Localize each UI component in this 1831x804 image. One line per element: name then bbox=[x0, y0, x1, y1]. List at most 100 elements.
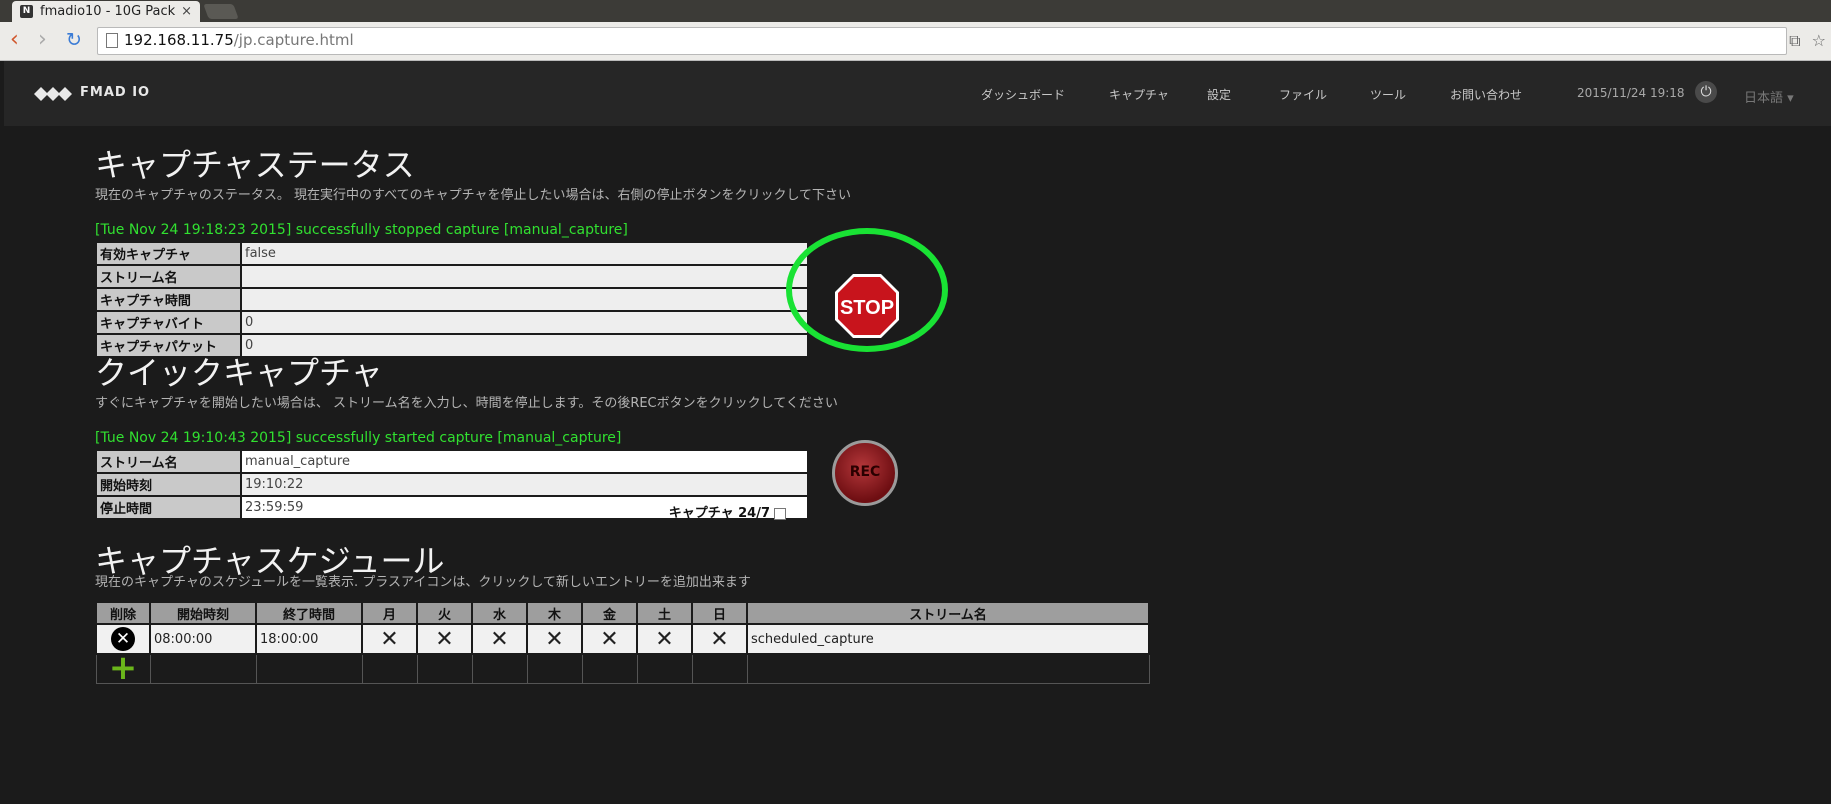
rec-button[interactable]: REC bbox=[832, 440, 898, 506]
day-fri-icon[interactable]: ✕ bbox=[581, 623, 638, 655]
status-key-stream: ストリーム名 bbox=[95, 264, 242, 289]
stop-button[interactable]: STOP bbox=[833, 272, 901, 340]
bookmark-star-icon[interactable]: ☆ bbox=[1812, 31, 1826, 50]
schedule-description: 現在のキャプチャのスケジュールを一覧表示. プラスアイコンは、クリックして新しい… bbox=[95, 575, 751, 590]
capture-status-table: 有効キャプチャ false ストリーム名 キャプチャ時間 キャプチャバイト 0 … bbox=[95, 241, 809, 358]
table-row: キャプチャ時間 bbox=[95, 287, 809, 312]
day-mon-icon[interactable]: ✕ bbox=[361, 623, 418, 655]
nav-dashboard[interactable]: ダッシュボード bbox=[981, 86, 1065, 103]
capture-247-label: キャプチャ 24/7 bbox=[668, 506, 770, 521]
power-icon[interactable]: ⏻ bbox=[1695, 81, 1717, 103]
col-stream: ストリーム名 bbox=[746, 601, 1150, 625]
omnibox-icons: ⧉ ☆ bbox=[1789, 31, 1826, 51]
tab-close-icon[interactable]: × bbox=[181, 1, 192, 22]
capture-status-message: [Tue Nov 24 19:18:23 2015] successfully … bbox=[95, 222, 628, 238]
address-bar[interactable]: 192.168.11.75/jp.capture.html ⧉ ☆ bbox=[97, 27, 1826, 55]
reload-icon[interactable]: ↻ bbox=[66, 28, 82, 52]
col-mon: 月 bbox=[361, 601, 418, 625]
nav-capture[interactable]: キャプチャ bbox=[1109, 86, 1169, 103]
browser-tabbar: N fmadio10 - 10G Pack × bbox=[0, 0, 1831, 22]
back-arrow-icon[interactable]: ‹ bbox=[10, 28, 19, 52]
browser-toolbar: ‹ › ↻ 192.168.11.75/jp.capture.html ⧉ ☆ bbox=[0, 22, 1831, 61]
status-key-time: キャプチャ時間 bbox=[95, 287, 242, 312]
plus-icon[interactable]: + bbox=[109, 651, 138, 685]
day-thu-icon[interactable]: ✕ bbox=[526, 623, 583, 655]
empty-cell bbox=[471, 653, 528, 684]
url-path: /jp.capture.html bbox=[233, 31, 354, 49]
status-value-active: false bbox=[240, 241, 809, 266]
table-row: 開始時刻 19:10:22 bbox=[95, 472, 809, 497]
nav-settings[interactable]: 設定 bbox=[1207, 86, 1231, 103]
url-text: 192.168.11.75/jp.capture.html bbox=[124, 31, 354, 49]
site-favicon-icon: N bbox=[20, 5, 33, 18]
quick-key-stream: ストリーム名 bbox=[95, 449, 242, 474]
schedule-end-time[interactable]: 18:00:00 bbox=[255, 623, 363, 655]
nav-files[interactable]: ファイル bbox=[1279, 86, 1327, 103]
schedule-start-time[interactable]: 08:00:00 bbox=[149, 623, 257, 655]
browser-tab[interactable]: N fmadio10 - 10G Pack × bbox=[12, 1, 200, 22]
fmadio-logo[interactable]: FMAD IO bbox=[34, 83, 194, 105]
day-tue-icon[interactable]: ✕ bbox=[416, 623, 473, 655]
page-icon bbox=[106, 33, 118, 48]
day-sun-icon[interactable]: ✕ bbox=[691, 623, 748, 655]
empty-cell bbox=[526, 653, 583, 684]
add-row: + bbox=[95, 651, 1150, 685]
empty-cell bbox=[361, 653, 418, 684]
stop-label: STOP bbox=[840, 297, 894, 319]
status-value-bytes: 0 bbox=[240, 310, 809, 335]
status-value-time bbox=[240, 287, 809, 312]
language-select[interactable]: 日本語 ▾ bbox=[1744, 87, 1794, 106]
forward-arrow-icon[interactable]: › bbox=[38, 28, 47, 52]
header-datetime: 2015/11/24 19:18 bbox=[1577, 86, 1685, 100]
col-tue: 火 bbox=[416, 601, 473, 625]
day-wed-icon[interactable]: ✕ bbox=[471, 623, 528, 655]
quick-key-stop: 停止時間 bbox=[95, 495, 242, 520]
new-tab-button[interactable] bbox=[203, 4, 239, 19]
translate-icon[interactable]: ⧉ bbox=[1789, 31, 1800, 50]
capture-status-description: 現在のキャプチャのステータス。 現在実行中のすべてのキャプチャを停止したい場合は… bbox=[95, 188, 852, 203]
start-time-input[interactable]: 19:10:22 bbox=[240, 472, 809, 497]
col-end: 終了時間 bbox=[255, 601, 363, 625]
main-content: キャプチャステータス 現在のキャプチャのステータス。 現在実行中のすべてのキャプ… bbox=[4, 126, 1831, 804]
capture-247-checkbox[interactable] bbox=[774, 507, 786, 520]
day-sat-icon[interactable]: ✕ bbox=[636, 623, 693, 655]
table-row: 有効キャプチャ false bbox=[95, 241, 809, 266]
add-cell: + bbox=[95, 651, 151, 685]
capture-status-title: キャプチャステータス bbox=[95, 146, 415, 184]
url-host: 192.168.11.75 bbox=[124, 31, 234, 49]
quick-capture-message: [Tue Nov 24 19:10:43 2015] successfully … bbox=[95, 430, 622, 446]
table-row: ストリーム名 bbox=[95, 264, 809, 289]
status-key-active: 有効キャプチャ bbox=[95, 241, 242, 266]
empty-cell bbox=[636, 653, 693, 684]
status-key-bytes: キャプチャバイト bbox=[95, 310, 242, 335]
quick-capture-title: クイックキャプチャ bbox=[95, 354, 383, 392]
capture-247-option[interactable]: キャプチャ 24/7 bbox=[669, 502, 786, 521]
schedule-table: 削除 開始時刻 終了時間 月 火 水 木 金 土 日 ストリーム名 ✕ 08:0… bbox=[95, 601, 1150, 685]
col-sun: 日 bbox=[691, 601, 748, 625]
empty-cell bbox=[149, 653, 257, 684]
empty-cell bbox=[255, 653, 363, 684]
col-sat: 土 bbox=[636, 601, 693, 625]
col-delete: 削除 bbox=[95, 601, 151, 625]
logo-text: FMAD IO bbox=[80, 85, 151, 100]
quick-key-start: 開始時刻 bbox=[95, 472, 242, 497]
empty-cell bbox=[746, 653, 1150, 684]
schedule-header-row: 削除 開始時刻 終了時間 月 火 水 木 金 土 日 ストリーム名 bbox=[95, 601, 1150, 625]
quick-capture-table: ストリーム名 manual_capture 開始時刻 19:10:22 停止時間… bbox=[95, 449, 809, 521]
table-row: 停止時間 23:59:59 キャプチャ 24/7 bbox=[95, 495, 809, 521]
stop-time-input[interactable]: 23:59:59 bbox=[245, 500, 303, 515]
schedule-stream-name[interactable]: scheduled_capture bbox=[746, 623, 1150, 655]
table-row: ストリーム名 manual_capture bbox=[95, 449, 809, 474]
site-header: FMAD IO ダッシュボード キャプチャ 設定 ファイル ツール お問い合わせ… bbox=[4, 61, 1831, 126]
nav-contact[interactable]: お問い合わせ bbox=[1450, 86, 1522, 103]
col-fri: 金 bbox=[581, 601, 638, 625]
empty-cell bbox=[581, 653, 638, 684]
col-thu: 木 bbox=[526, 601, 583, 625]
quick-capture-description: すぐにキャプチャを開始したい場合は、 ストリーム名を入力し、時間を停止します。そ… bbox=[95, 396, 838, 411]
stream-name-input[interactable]: manual_capture bbox=[240, 449, 809, 474]
fmad-logo-icon bbox=[34, 87, 72, 101]
nav-tools[interactable]: ツール bbox=[1370, 86, 1406, 103]
empty-cell bbox=[691, 653, 748, 684]
stop-time-cell: 23:59:59 キャプチャ 24/7 bbox=[240, 495, 809, 521]
col-start: 開始時刻 bbox=[149, 601, 257, 625]
